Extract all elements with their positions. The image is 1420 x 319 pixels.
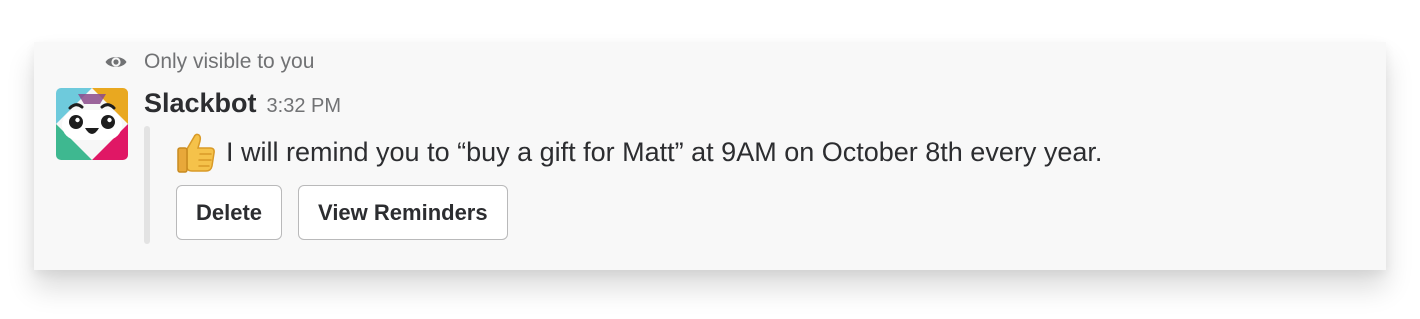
visibility-text: Only visible to you (144, 50, 315, 73)
message-actions: Delete View Reminders (176, 185, 524, 240)
message-body: I will remind you to “buy a gift for Mat… (176, 130, 1102, 174)
avatar[interactable] (56, 88, 128, 160)
message-card: Only visible to you Slackbot 3:32 PM I w… (34, 42, 1386, 270)
timestamp[interactable]: 3:32 PM (267, 95, 341, 118)
message-header: Slackbot 3:32 PM (144, 88, 341, 120)
slackbot-avatar (56, 88, 128, 160)
eye-icon (104, 50, 128, 74)
delete-button[interactable]: Delete (176, 185, 283, 240)
view-reminders-button[interactable]: View Reminders (298, 185, 508, 240)
sender-name[interactable]: Slackbot (144, 88, 257, 119)
message-text: I will remind you to “buy a gift for Mat… (226, 136, 1103, 167)
visibility-notice: Only visible to you (104, 50, 314, 74)
thumbs-up-icon (176, 130, 218, 174)
attachment-bar (144, 126, 150, 244)
message-attachment: I will remind you to “buy a gift for Mat… (144, 126, 1344, 244)
